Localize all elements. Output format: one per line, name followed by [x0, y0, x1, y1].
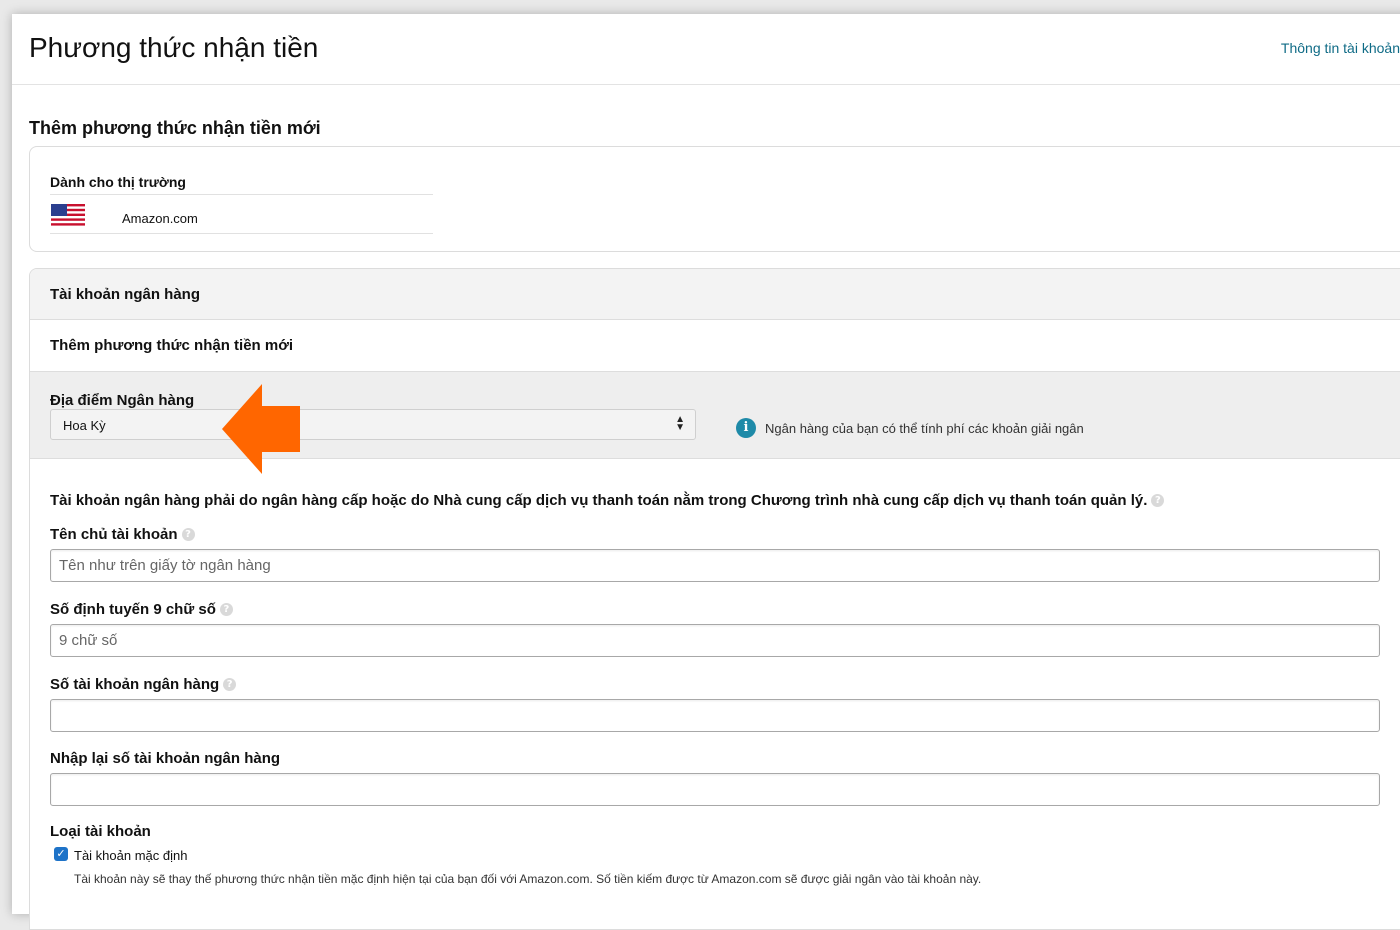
divider: [50, 233, 433, 234]
routing-number-label-text: Số định tuyến 9 chữ số: [50, 601, 216, 618]
divider: [50, 194, 433, 195]
us-flag-icon: [51, 204, 85, 228]
add-method-row-label: Thêm phương thức nhận tiền mới: [50, 337, 294, 354]
holder-name-label: Tên chủ tài khoản?: [50, 526, 195, 543]
info-icon: i: [736, 418, 756, 438]
bank-notice-text: Tài khoản ngân hàng phải do ngân hàng cấ…: [50, 492, 1148, 509]
bank-account-header: Tài khoản ngân hàng: [30, 269, 1400, 320]
help-icon[interactable]: ?: [223, 678, 237, 691]
account-number-input[interactable]: [50, 699, 1380, 732]
bank-notice: Tài khoản ngân hàng phải do ngân hàng cấ…: [50, 492, 1165, 509]
orange-arrow-icon: [222, 384, 300, 474]
account-info-link[interactable]: Thông tin tài khoản: [1281, 40, 1400, 56]
help-icon[interactable]: ?: [1151, 494, 1165, 507]
account-number-label-text: Số tài khoản ngân hàng: [50, 676, 220, 693]
default-account-description: Tài khoản này sẽ thay thế phương thức nh…: [74, 872, 982, 886]
select-arrows-icon: ▲ ▼: [675, 414, 685, 433]
routing-number-label: Số định tuyến 9 chữ số?: [50, 601, 233, 618]
page-title: Phương thức nhận tiền: [29, 32, 319, 63]
bank-location-label: Địa điểm Ngân hàng: [50, 392, 195, 409]
payment-methods-page: Phương thức nhận tiền Thông tin tài khoả…: [12, 14, 1400, 930]
default-account-checkbox[interactable]: ✓: [54, 847, 68, 861]
account-type-label: Loại tài khoản: [50, 823, 151, 840]
marketplace-box: Dành cho thị trường Amazon.com: [29, 146, 1400, 252]
marketplace-value: Amazon.com: [122, 211, 198, 226]
reenter-account-input[interactable]: [50, 773, 1380, 806]
help-icon[interactable]: ?: [181, 528, 195, 541]
routing-number-input[interactable]: [50, 624, 1380, 657]
help-icon[interactable]: ?: [219, 603, 233, 616]
bank-fee-info: Ngân hàng của bạn có thể tính phí các kh…: [765, 421, 1084, 436]
default-account-checkbox-label[interactable]: Tài khoản mặc định: [74, 848, 187, 863]
bank-account-title: Tài khoản ngân hàng: [50, 286, 201, 303]
reenter-account-label: Nhập lại số tài khoản ngân hàng: [50, 750, 281, 767]
holder-name-input[interactable]: [50, 549, 1380, 582]
account-number-label: Số tài khoản ngân hàng?: [50, 676, 237, 693]
add-method-heading: Thêm phương thức nhận tiền mới: [29, 118, 321, 138]
holder-name-label-text: Tên chủ tài khoản: [50, 526, 178, 543]
page-header: Phương thức nhận tiền Thông tin tài khoả…: [12, 14, 1400, 85]
marketplace-label: Dành cho thị trường: [50, 174, 186, 190]
bank-account-card: Tài khoản ngân hàng Thêm phương thức nhậ…: [29, 268, 1400, 930]
bank-location-value: Hoa Kỳ: [63, 418, 106, 433]
bank-location-select[interactable]: Hoa Kỳ ▲ ▼: [50, 409, 696, 440]
